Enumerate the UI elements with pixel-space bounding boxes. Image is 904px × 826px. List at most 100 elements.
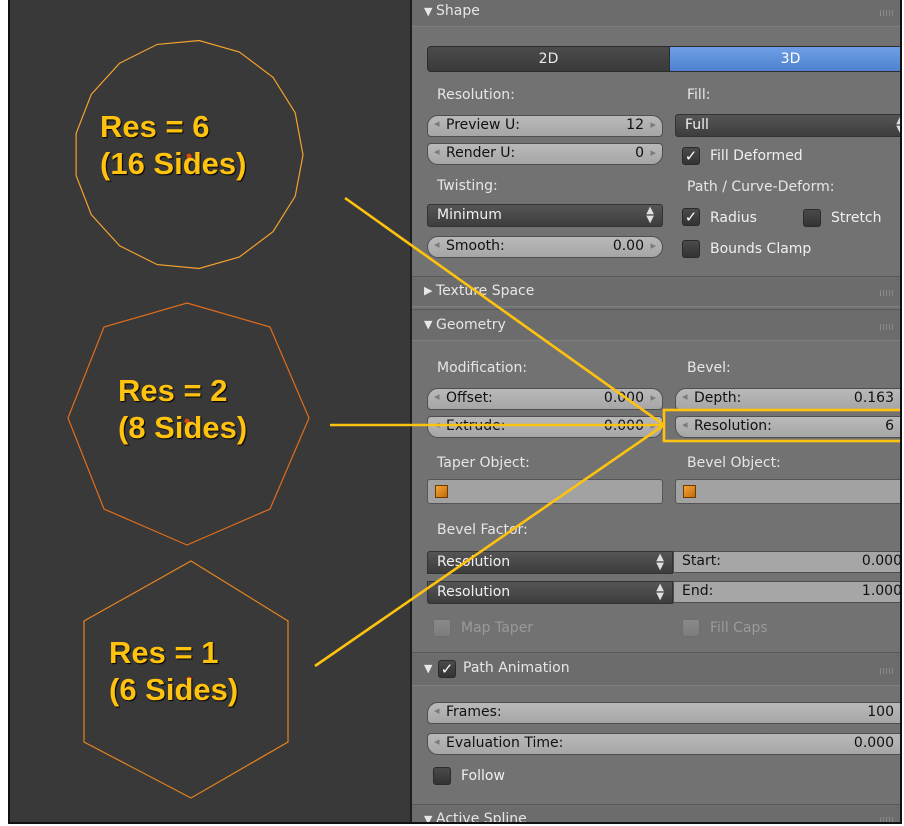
smooth-field[interactable]: ◂ Smooth: 0.00 ▸ — [427, 236, 663, 258]
panel-title: Shape — [436, 3, 480, 19]
decrement-arrow-icon[interactable]: ◂ — [434, 145, 440, 158]
toggle-2d-button[interactable]: 2D — [427, 46, 670, 72]
bevel-label: Bevel: — [687, 360, 731, 376]
extrude-field[interactable]: ◂ Extrude: 0.000 ▸ — [427, 416, 663, 438]
field-label: Start: — [682, 553, 721, 569]
expanded-arrow-icon: ▼ — [424, 5, 433, 18]
render-u-field[interactable]: ◂ Render U: 0 ▸ — [427, 143, 663, 165]
object-cube-icon — [435, 485, 448, 498]
field-label: Render U: — [446, 145, 516, 161]
increment-arrow-icon[interactable]: ▸ — [650, 239, 656, 252]
select-value: Full — [685, 117, 709, 133]
decrement-arrow-icon[interactable]: ◂ — [434, 418, 440, 431]
map-taper-checkbox[interactable] — [433, 619, 451, 637]
drag-grip-icon[interactable] — [880, 817, 894, 822]
resolution-section-label: Resolution: — [437, 87, 515, 103]
depth-field[interactable]: ◂ Depth: 0.163 ▸ — [675, 388, 902, 410]
field-value: 100 — [867, 704, 894, 720]
select-value: Resolution — [437, 584, 511, 600]
field-label: Evaluation Time: — [446, 735, 564, 751]
field-value: 0 — [635, 145, 644, 161]
fill-deformed-checkbox[interactable]: ✓ — [682, 147, 700, 165]
bevel-start-field[interactable]: Start: 0.000 — [673, 551, 902, 573]
field-label: Preview U: — [446, 117, 520, 133]
field-value: 0.000 — [853, 735, 894, 751]
bevel-resolution-field[interactable]: ◂ Resolution: 6 ▸ — [675, 416, 902, 438]
increment-arrow-icon[interactable]: ▸ — [650, 146, 656, 159]
increment-arrow-icon[interactable]: ▸ — [900, 391, 902, 404]
follow-checkbox[interactable] — [433, 767, 451, 785]
evaluation-time-field[interactable]: ◂ Evaluation Time: 0.000 ▸ — [427, 733, 902, 755]
bounds-clamp-checkbox[interactable] — [682, 240, 700, 258]
offset-field[interactable]: ◂ Offset: 0.000 ▸ — [427, 388, 663, 410]
field-label: Depth: — [694, 390, 742, 406]
geometry-panel-header[interactable]: ▼ Geometry — [412, 309, 900, 341]
increment-arrow-icon[interactable]: ▸ — [900, 419, 902, 432]
path-curve-deform-label: Path / Curve-Deform: — [687, 179, 835, 195]
properties-panel: ▼ Shape 2D 3D Resolution: Fill: ◂ Previe… — [412, 0, 902, 824]
updown-arrow-icon: ▲▼ — [656, 582, 664, 602]
figure-frame: Res = 6 (16 Sides) Res = 2 (8 Sides) Res… — [8, 0, 902, 824]
fill-caps-checkbox[interactable] — [682, 619, 700, 637]
panel-title: Texture Space — [436, 283, 535, 299]
bevel-factor-start-mode-select[interactable]: Resolution ▲ ▼ — [427, 551, 673, 574]
select-value: Resolution — [437, 554, 511, 570]
collapsed-arrow-icon: ▶ — [424, 284, 433, 297]
expanded-arrow-icon: ▼ — [424, 318, 433, 331]
field-value: 0.000 — [603, 418, 644, 434]
follow-label: Follow — [461, 768, 505, 784]
path-animation-panel-header[interactable]: ▼ ✓ Path Animation — [412, 652, 900, 686]
decrement-arrow-icon[interactable]: ◂ — [434, 390, 440, 403]
field-label: Frames: — [446, 704, 502, 720]
path-animation-enable-checkbox[interactable]: ✓ — [438, 660, 456, 678]
field-label: Offset: — [446, 390, 493, 406]
taper-object-label: Taper Object: — [437, 455, 530, 471]
toggle-3d-button[interactable]: 3D — [669, 46, 900, 72]
frames-field[interactable]: ◂ Frames: 100 ▸ — [427, 702, 902, 724]
field-value: 6 — [885, 418, 894, 434]
select-value: Minimum — [437, 207, 502, 223]
shape-panel-header[interactable]: ▼ Shape — [412, 0, 900, 27]
texture-space-panel-header[interactable]: ▶ Texture Space — [412, 276, 900, 307]
bevel-end-field[interactable]: End: 1.000 — [673, 581, 900, 603]
panel-title: Active Spline — [436, 811, 527, 824]
fill-deformed-label: Fill Deformed — [710, 148, 803, 164]
increment-arrow-icon[interactable]: ▸ — [650, 118, 656, 131]
decrement-arrow-icon[interactable]: ◂ — [434, 704, 440, 717]
radius-checkbox[interactable]: ✓ — [682, 208, 700, 226]
map-taper-label: Map Taper — [461, 620, 534, 636]
increment-arrow-icon[interactable]: ▸ — [650, 391, 656, 404]
decrement-arrow-icon[interactable]: ◂ — [682, 390, 688, 403]
field-value: 0.000 — [861, 553, 902, 569]
active-spline-panel-header[interactable]: ▼ Active Spline — [412, 804, 900, 824]
drag-grip-icon[interactable] — [880, 10, 894, 16]
modification-label: Modification: — [437, 360, 528, 376]
updown-arrow-icon: ▲▼ — [896, 116, 900, 135]
drag-grip-icon[interactable] — [880, 668, 894, 674]
twisting-label: Twisting: — [437, 178, 498, 194]
bevel-object-field[interactable] — [675, 479, 900, 504]
bevel-factor-end-mode-select[interactable]: Resolution ▲ ▼ — [427, 581, 673, 604]
bounds-clamp-label: Bounds Clamp — [710, 241, 812, 257]
drag-grip-icon[interactable] — [880, 324, 894, 330]
increment-arrow-icon[interactable]: ▸ — [650, 419, 656, 432]
fill-section-label: Fill: — [687, 87, 711, 103]
stretch-checkbox[interactable] — [803, 209, 821, 227]
decrement-arrow-icon[interactable]: ◂ — [682, 418, 688, 431]
radius-label: Radius — [710, 210, 757, 226]
taper-object-field[interactable] — [427, 479, 663, 504]
field-value: 0.000 — [603, 390, 644, 406]
decrement-arrow-icon[interactable]: ◂ — [434, 238, 440, 251]
twisting-mode-select[interactable]: Minimum ▲ ▼ — [427, 204, 663, 227]
increment-arrow-icon[interactable]: ▸ — [900, 736, 902, 749]
decrement-arrow-icon[interactable]: ◂ — [434, 735, 440, 748]
decrement-arrow-icon[interactable]: ◂ — [434, 117, 440, 130]
viewport-3d[interactable]: Res = 6 (16 Sides) Res = 2 (8 Sides) Res… — [10, 0, 410, 822]
preview-u-field[interactable]: ◂ Preview U: 12 ▸ — [427, 115, 663, 137]
drag-grip-icon[interactable] — [880, 290, 894, 296]
increment-arrow-icon[interactable]: ▸ — [900, 705, 902, 718]
annotation-res-1: Res = 1 (6 Sides) — [109, 635, 239, 707]
field-label: Extrude: — [446, 418, 506, 434]
updown-arrow-icon: ▲▼ — [646, 205, 654, 225]
fill-mode-select[interactable]: Full ▲▼ — [675, 114, 900, 137]
